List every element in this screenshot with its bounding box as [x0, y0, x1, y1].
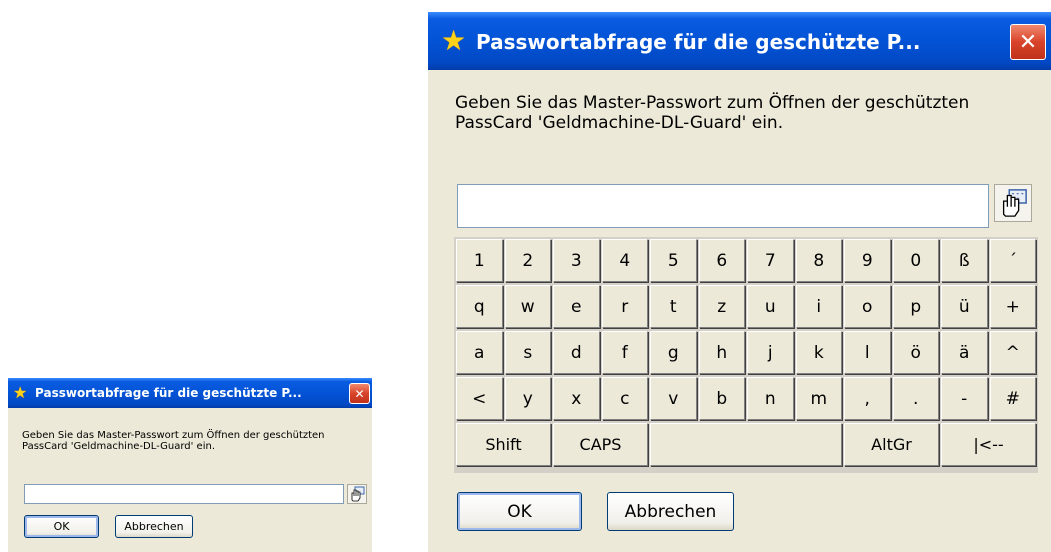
key-2-5[interactable]: h: [698, 331, 745, 374]
key-1-7[interactable]: i: [795, 285, 842, 328]
key-3-4[interactable]: v: [650, 377, 697, 420]
key-1-8[interactable]: o: [844, 285, 891, 328]
key-3-1[interactable]: y: [504, 377, 551, 420]
key-0-1[interactable]: 2: [504, 239, 551, 282]
key-2-9[interactable]: ö: [892, 331, 939, 374]
small-dialog-title: Passwortabfrage für die geschützte P...: [35, 386, 302, 400]
small-password-dialog: ★ Passwortabfrage für die geschützte P..…: [8, 378, 372, 552]
key-2-3[interactable]: f: [601, 331, 648, 374]
large-ok-button[interactable]: OK: [457, 492, 582, 531]
large-keyboard-toggle-button[interactable]: [994, 184, 1032, 222]
star-icon: ★: [441, 24, 467, 57]
key-0-8[interactable]: 9: [844, 239, 891, 282]
key-3-5[interactable]: b: [698, 377, 745, 420]
close-icon: ✕: [1018, 29, 1038, 55]
key-1-4[interactable]: t: [650, 285, 697, 328]
virtual-keyboard-hand-icon: [351, 486, 365, 502]
key-3-7[interactable]: m: [795, 377, 842, 420]
large-password-dialog: ★ Passwortabfrage für die geschützte P..…: [428, 12, 1051, 552]
key-2-10[interactable]: ä: [941, 331, 988, 374]
small-password-input[interactable]: [24, 484, 344, 504]
key-1-2[interactable]: e: [553, 285, 600, 328]
key-3-9[interactable]: .: [892, 377, 939, 420]
small-message-line-2: PassCard 'Geldmachine-DL-Guard' ein.: [22, 441, 216, 453]
key-2-4[interactable]: g: [650, 331, 697, 374]
close-icon: ✕: [354, 386, 365, 401]
key-3-11[interactable]: #: [989, 377, 1036, 420]
small-ok-label: OK: [53, 520, 70, 533]
key-0-11[interactable]: ´: [989, 239, 1036, 282]
key-1-6[interactable]: u: [747, 285, 794, 328]
small-dialog-message: Geben Sie das Master-Passwort zum Öffnen…: [22, 430, 325, 452]
large-password-input[interactable]: [457, 184, 989, 228]
large-ok-label: OK: [507, 501, 532, 522]
key-0-2[interactable]: 3: [553, 239, 600, 282]
key-2-0[interactable]: a: [456, 331, 503, 374]
key-2-7[interactable]: k: [795, 331, 842, 374]
small-dialog-titlebar: ★ Passwortabfrage für die geschützte P..…: [8, 378, 372, 408]
large-dialog-titlebar: ★ Passwortabfrage für die geschützte P..…: [428, 12, 1051, 70]
large-cancel-button[interactable]: Abbrechen: [607, 492, 734, 531]
key-caps[interactable]: CAPS: [553, 423, 648, 466]
key-0-5[interactable]: 6: [698, 239, 745, 282]
small-close-button[interactable]: ✕: [349, 383, 370, 404]
key-0-9[interactable]: 0: [892, 239, 939, 282]
large-dialog-message: Geben Sie das Master-Passwort zum Öffnen…: [455, 93, 969, 134]
large-message-line-2: PassCard 'Geldmachine-DL-Guard' ein.: [455, 113, 784, 134]
key-3-10[interactable]: -: [941, 377, 988, 420]
key-0-3[interactable]: 4: [601, 239, 648, 282]
key-1-3[interactable]: r: [601, 285, 648, 328]
key-1-11[interactable]: +: [989, 285, 1036, 328]
key-backspace[interactable]: |<--: [941, 423, 1036, 466]
key-1-9[interactable]: p: [892, 285, 939, 328]
large-close-button[interactable]: ✕: [1010, 24, 1046, 60]
key-3-8[interactable]: ,: [844, 377, 891, 420]
key-1-0[interactable]: q: [456, 285, 503, 328]
small-message-line-1: Geben Sie das Master-Passwort zum Öffnen…: [22, 430, 325, 441]
key-0-4[interactable]: 5: [650, 239, 697, 282]
large-dialog-title: Passwortabfrage für die geschützte P...: [476, 30, 921, 54]
key-0-10[interactable]: ß: [941, 239, 988, 282]
key-0-7[interactable]: 8: [795, 239, 842, 282]
key-2-6[interactable]: j: [747, 331, 794, 374]
large-cancel-label: Abbrechen: [624, 501, 717, 522]
virtual-keyboard-hand-icon: [1002, 189, 1027, 217]
small-cancel-button[interactable]: Abbrechen: [115, 515, 193, 538]
key-shift[interactable]: Shift: [456, 423, 551, 466]
key-1-1[interactable]: w: [504, 285, 551, 328]
key-1-5[interactable]: z: [698, 285, 745, 328]
small-keyboard-toggle-button[interactable]: [347, 484, 367, 504]
key-altgr[interactable]: AltGr: [844, 423, 939, 466]
key-3-6[interactable]: n: [747, 377, 794, 420]
large-message-line-1: Geben Sie das Master-Passwort zum Öffnen…: [455, 93, 970, 113]
key-3-2[interactable]: x: [553, 377, 600, 420]
key-1-10[interactable]: ü: [941, 285, 988, 328]
key-space[interactable]: [650, 423, 842, 466]
key-2-2[interactable]: d: [553, 331, 600, 374]
key-2-11[interactable]: ^: [989, 331, 1036, 374]
small-cancel-label: Abbrechen: [124, 520, 184, 533]
small-ok-button[interactable]: OK: [24, 515, 99, 538]
star-icon: ★: [13, 383, 28, 402]
key-0-6[interactable]: 7: [747, 239, 794, 282]
virtual-keyboard: 1 2 3 4 5 6 7 8 9 0 ß ´ q w e r t z u i o p ü + a s d f g h j k l ö ä ^ < y x c…: [454, 237, 1038, 473]
key-3-3[interactable]: c: [601, 377, 648, 420]
key-2-1[interactable]: s: [504, 331, 551, 374]
key-3-0[interactable]: <: [456, 377, 503, 420]
key-0-0[interactable]: 1: [456, 239, 503, 282]
key-2-8[interactable]: l: [844, 331, 891, 374]
